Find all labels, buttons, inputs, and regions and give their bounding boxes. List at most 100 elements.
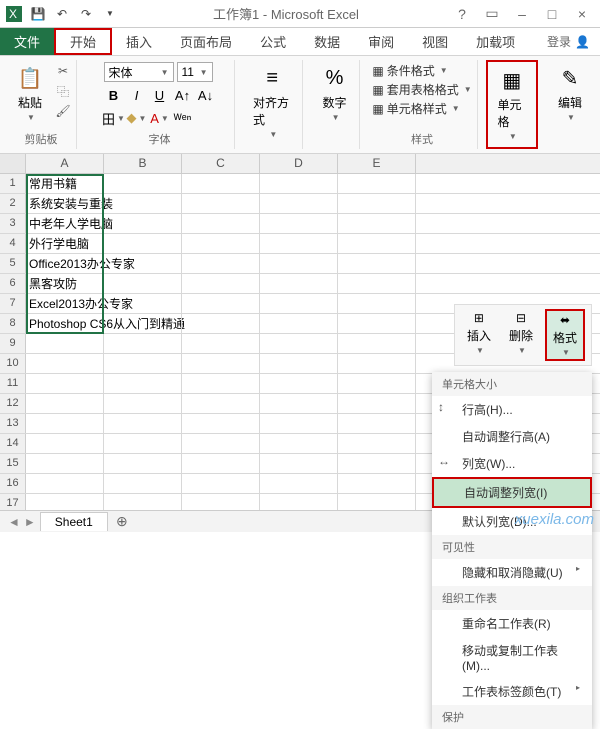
cell[interactable]: 黑客攻防 — [26, 274, 104, 293]
row-header[interactable]: 9 — [0, 334, 26, 353]
border-button[interactable]: 田▼ — [104, 108, 124, 128]
cell[interactable] — [182, 454, 260, 473]
cell[interactable] — [338, 494, 416, 510]
italic-button[interactable]: I — [127, 85, 147, 105]
cell[interactable] — [104, 194, 182, 213]
cell[interactable]: 常用书籍 — [26, 174, 104, 193]
fill-color-button[interactable]: ◆▼ — [127, 108, 147, 128]
menu-hide-unhide[interactable]: 隐藏和取消隐藏(U)▸ — [432, 559, 592, 586]
cell[interactable] — [182, 394, 260, 413]
cell[interactable] — [26, 474, 104, 493]
row-header[interactable]: 17 — [0, 494, 26, 510]
cell[interactable] — [26, 394, 104, 413]
cell[interactable] — [260, 454, 338, 473]
minimize-button[interactable]: – — [508, 4, 536, 24]
cell[interactable] — [104, 434, 182, 453]
font-size-select[interactable]: 11▼ — [177, 62, 213, 82]
cell[interactable] — [104, 214, 182, 233]
cell[interactable] — [260, 494, 338, 510]
phonetic-button[interactable]: ᵂᵉⁿ — [173, 108, 193, 128]
insert-cells-button[interactable]: ⊞插入▼ — [461, 309, 497, 361]
row-header[interactable]: 2 — [0, 194, 26, 213]
cell[interactable] — [260, 354, 338, 373]
tab-layout[interactable]: 页面布局 — [166, 28, 246, 55]
cell[interactable] — [182, 274, 260, 293]
cell[interactable] — [26, 374, 104, 393]
tab-view[interactable]: 视图 — [408, 28, 462, 55]
cell[interactable] — [104, 294, 182, 313]
cell[interactable] — [182, 194, 260, 213]
redo-icon[interactable]: ↷ — [76, 4, 96, 24]
cell[interactable] — [338, 274, 416, 293]
cell[interactable] — [338, 354, 416, 373]
cell[interactable] — [104, 314, 182, 333]
qat-dropdown-icon[interactable]: ▼ — [100, 4, 120, 24]
row-header[interactable]: 12 — [0, 394, 26, 413]
cell[interactable] — [338, 434, 416, 453]
row-header[interactable]: 7 — [0, 294, 26, 313]
cell[interactable] — [104, 354, 182, 373]
cell[interactable] — [26, 494, 104, 510]
menu-move-sheet[interactable]: 移动或复制工作表(M)... — [432, 637, 592, 678]
col-header[interactable]: C — [182, 154, 260, 173]
cell[interactable] — [260, 374, 338, 393]
menu-autofit-column[interactable]: 自动调整列宽(I) — [432, 477, 592, 508]
cell[interactable] — [338, 314, 416, 333]
maximize-button[interactable]: □ — [538, 4, 566, 24]
cut-icon[interactable]: ✂ — [54, 62, 72, 80]
row-header[interactable]: 6 — [0, 274, 26, 293]
col-header[interactable]: A — [26, 154, 104, 173]
cell[interactable] — [104, 274, 182, 293]
cell[interactable] — [338, 254, 416, 273]
row-header[interactable]: 10 — [0, 354, 26, 373]
cell[interactable] — [104, 374, 182, 393]
cell[interactable] — [182, 374, 260, 393]
col-header[interactable]: E — [338, 154, 416, 173]
font-name-select[interactable]: 宋体▼ — [104, 62, 174, 82]
row-header[interactable]: 3 — [0, 214, 26, 233]
increase-font-button[interactable]: A↑ — [173, 85, 193, 105]
cell[interactable] — [260, 274, 338, 293]
cell[interactable] — [260, 334, 338, 353]
cell[interactable] — [182, 174, 260, 193]
bold-button[interactable]: B — [104, 85, 124, 105]
menu-rename-sheet[interactable]: 重命名工作表(R) — [432, 610, 592, 637]
cell[interactable] — [182, 354, 260, 373]
tab-review[interactable]: 审阅 — [354, 28, 408, 55]
cell[interactable] — [260, 234, 338, 253]
delete-cells-button[interactable]: ⊟删除▼ — [503, 309, 539, 361]
copy-icon[interactable]: ⿻ — [54, 82, 72, 100]
tab-data[interactable]: 数据 — [300, 28, 354, 55]
help-icon[interactable]: ? — [448, 4, 476, 24]
sheet-nav-next-icon[interactable]: ► — [24, 515, 36, 529]
format-cells-button[interactable]: ⬌格式▼ — [545, 309, 585, 361]
cell[interactable] — [338, 454, 416, 473]
row-header[interactable]: 5 — [0, 254, 26, 273]
cell[interactable]: Excel2013办公专家 — [26, 294, 104, 313]
tab-file[interactable]: 文件 — [0, 28, 54, 55]
cell[interactable]: 系统安装与重装 — [26, 194, 104, 213]
cell[interactable] — [104, 474, 182, 493]
editing-button[interactable]: ✎ 编辑 ▼ — [550, 62, 590, 124]
cell[interactable] — [182, 414, 260, 433]
cell[interactable] — [338, 334, 416, 353]
cell[interactable] — [104, 254, 182, 273]
cell[interactable] — [260, 174, 338, 193]
sheet-tab[interactable]: Sheet1 — [40, 512, 108, 531]
cell[interactable] — [26, 334, 104, 353]
cell[interactable] — [260, 474, 338, 493]
save-icon[interactable]: 💾 — [28, 4, 48, 24]
cell[interactable] — [182, 214, 260, 233]
menu-autofit-row[interactable]: 自动调整行高(A) — [432, 423, 592, 450]
cell[interactable] — [104, 454, 182, 473]
cell[interactable] — [338, 214, 416, 233]
cell[interactable] — [338, 234, 416, 253]
cell[interactable] — [104, 334, 182, 353]
cell[interactable] — [182, 334, 260, 353]
font-color-button[interactable]: A▼ — [150, 108, 170, 128]
cell[interactable] — [104, 494, 182, 510]
tab-formula[interactable]: 公式 — [246, 28, 300, 55]
tab-addins[interactable]: 加载项 — [462, 28, 529, 55]
cell[interactable]: Photoshop CS6从入门到精通 — [26, 314, 104, 333]
cell[interactable] — [104, 414, 182, 433]
